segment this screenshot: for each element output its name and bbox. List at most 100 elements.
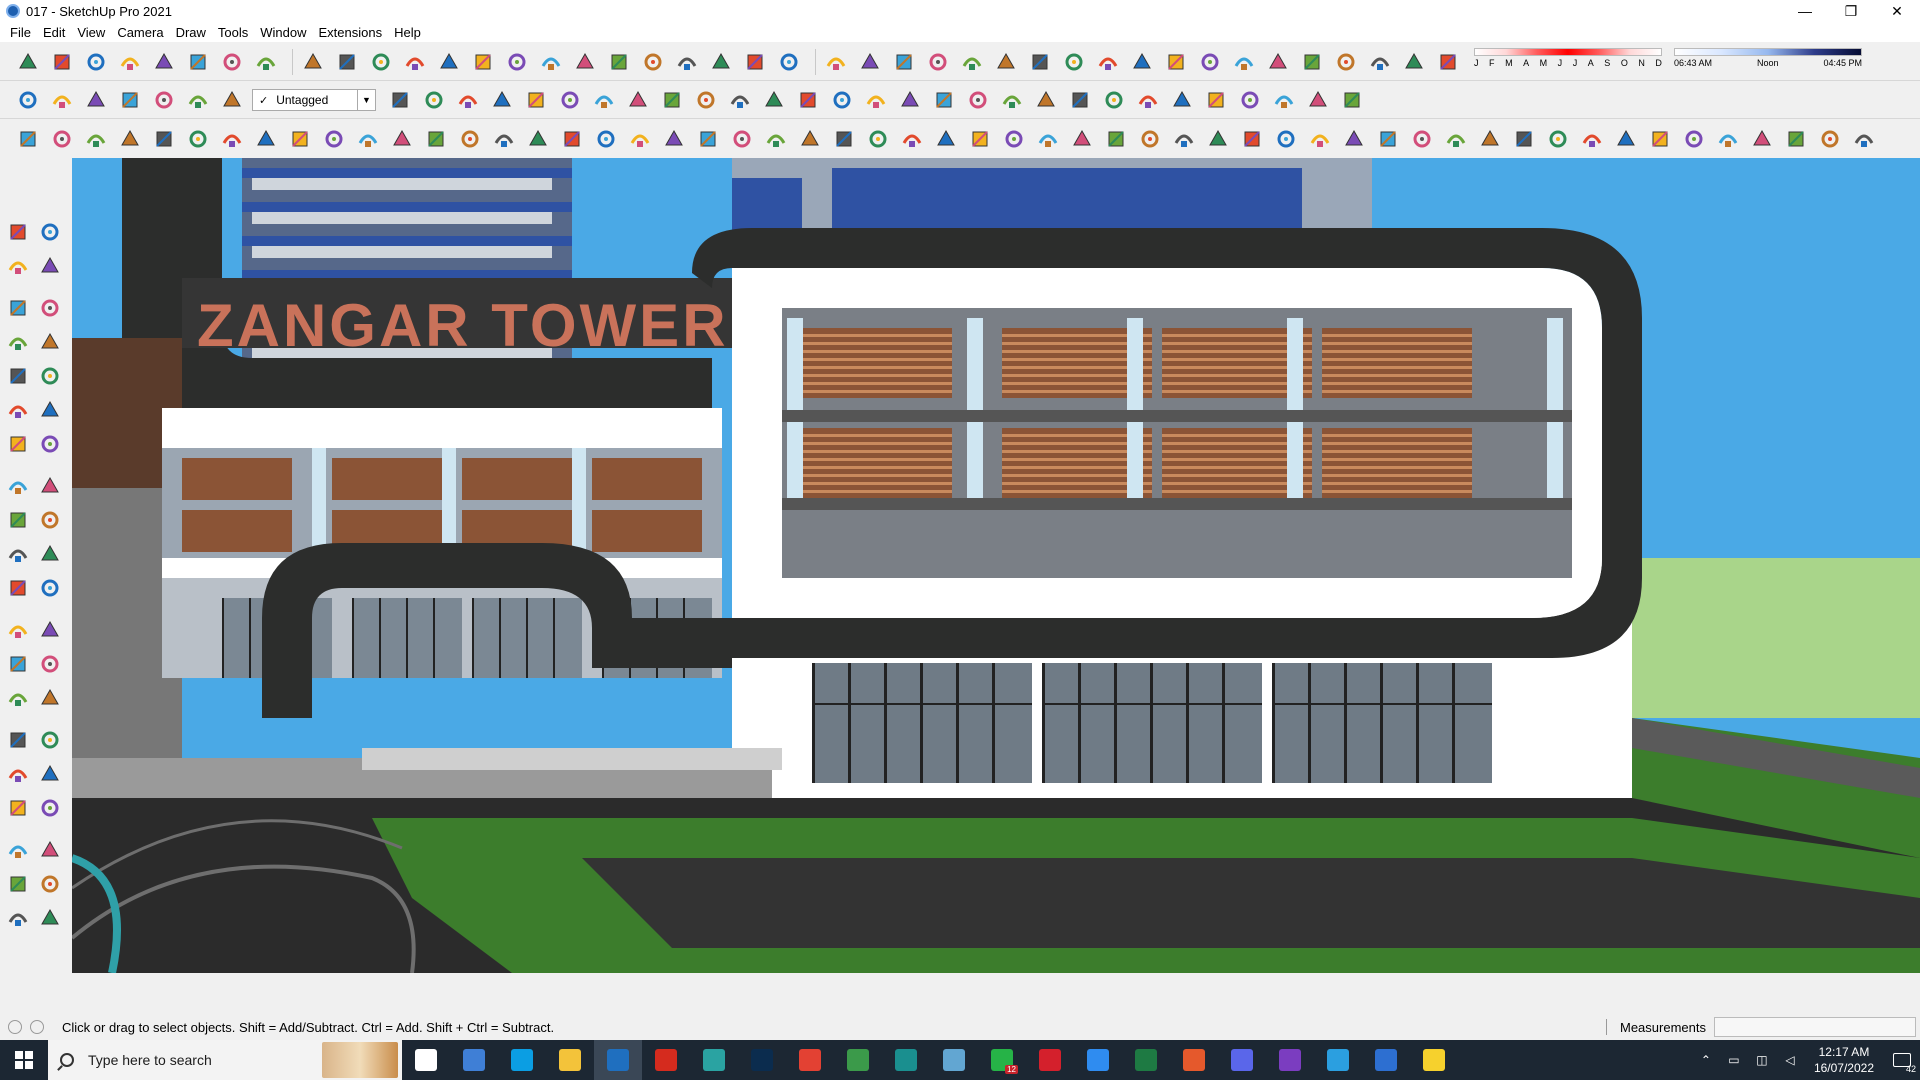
grid-icon[interactable]: [1196, 48, 1224, 76]
ring-icon[interactable]: [1476, 125, 1504, 153]
lasso-3-icon[interactable]: [1748, 125, 1776, 153]
stripe-4-icon[interactable]: [1068, 125, 1096, 153]
add-icon[interactable]: [571, 48, 599, 76]
zoom-extents-icon[interactable]: [4, 760, 32, 788]
arrow-up-icon[interactable]: [420, 86, 448, 114]
taskbar-app-telegram[interactable]: [1314, 1040, 1362, 1080]
loop-icon[interactable]: [1366, 48, 1394, 76]
tag-2-icon[interactable]: [1408, 125, 1436, 153]
texture-icon[interactable]: [1134, 86, 1162, 114]
eraser-2-icon[interactable]: [1850, 125, 1878, 153]
geo-location-icon[interactable]: [8, 1020, 22, 1034]
tray-network-icon[interactable]: ◫: [1752, 1052, 1772, 1068]
move-icon[interactable]: [4, 472, 32, 500]
notification-center-button[interactable]: 42: [1884, 1040, 1920, 1080]
leaf-icon[interactable]: [660, 125, 688, 153]
taskbar-app-chrome[interactable]: [786, 1040, 834, 1080]
sphere-2-icon[interactable]: [286, 125, 314, 153]
solid-union-icon[interactable]: [150, 48, 178, 76]
taskbar-app-app-cube[interactable]: [1362, 1040, 1410, 1080]
grid-3-icon[interactable]: [1298, 48, 1326, 76]
menu-camera[interactable]: Camera: [111, 25, 169, 40]
section-cut-3-icon[interactable]: [760, 86, 788, 114]
chair-2-icon[interactable]: [1000, 125, 1028, 153]
arrow-t-icon[interactable]: [624, 86, 652, 114]
bucket-icon[interactable]: [435, 48, 463, 76]
stripe-5-icon[interactable]: [1306, 125, 1334, 153]
taskbar-app-sketchup[interactable]: [594, 1040, 642, 1080]
arc-2-icon[interactable]: [82, 125, 110, 153]
solid-subtract-icon[interactable]: [184, 48, 212, 76]
arrow-g-icon[interactable]: [488, 86, 516, 114]
pie-icon[interactable]: [36, 430, 64, 458]
taskbar-app-opera[interactable]: [1026, 1040, 1074, 1080]
taskbar-app-app-teal[interactable]: [882, 1040, 930, 1080]
dimension-icon[interactable]: [36, 574, 64, 602]
solid-split-icon[interactable]: [252, 48, 280, 76]
grid-2-icon[interactable]: [1264, 48, 1292, 76]
taskbar-app-app-purple[interactable]: [1266, 1040, 1314, 1080]
ring-4-icon[interactable]: [1578, 125, 1606, 153]
arc-3pt-icon[interactable]: [4, 430, 32, 458]
previous-view-icon[interactable]: [36, 760, 64, 788]
push-pull-icon[interactable]: [36, 472, 64, 500]
3d-text-icon[interactable]: [36, 650, 64, 678]
start-button[interactable]: [0, 1040, 48, 1080]
grid-7-icon[interactable]: [1204, 125, 1232, 153]
menu-help[interactable]: Help: [388, 25, 427, 40]
curve-2-icon[interactable]: [456, 125, 484, 153]
bend-icon[interactable]: [218, 125, 246, 153]
loop-3-icon[interactable]: [1714, 125, 1742, 153]
rotated-rectangle-icon[interactable]: [36, 328, 64, 356]
arrow-r-icon[interactable]: [454, 86, 482, 114]
shadow-date-slider[interactable]: JFMAMJJASOND: [1474, 48, 1674, 76]
house-2-icon[interactable]: [150, 86, 178, 114]
axis-icon[interactable]: [1816, 125, 1844, 153]
lasso-icon[interactable]: [775, 48, 803, 76]
line-icon[interactable]: [14, 125, 42, 153]
bridge-icon[interactable]: [898, 125, 926, 153]
split-icon[interactable]: [796, 125, 824, 153]
close-button[interactable]: ✕: [1874, 0, 1920, 22]
wheel-2-icon[interactable]: [1272, 125, 1300, 153]
taskbar-app-file-explorer[interactable]: [546, 1040, 594, 1080]
offset-icon[interactable]: [36, 540, 64, 568]
slope-icon[interactable]: [1646, 125, 1674, 153]
grid-4-icon[interactable]: [1102, 125, 1130, 153]
tape-measure-icon[interactable]: [4, 574, 32, 602]
minimize-button[interactable]: —: [1782, 0, 1828, 22]
text-icon[interactable]: [36, 616, 64, 644]
house-3-icon[interactable]: [184, 86, 212, 114]
solid-outer-shell-icon[interactable]: [82, 48, 110, 76]
paint-bucket-icon[interactable]: [4, 252, 32, 280]
front-view-icon[interactable]: [82, 86, 110, 114]
line-2-icon[interactable]: [422, 125, 450, 153]
pencil-icon[interactable]: [1442, 125, 1470, 153]
wheel-icon[interactable]: [1238, 125, 1266, 153]
component-icon[interactable]: [36, 218, 64, 246]
bucket-2-icon[interactable]: [1270, 86, 1298, 114]
protractor-icon[interactable]: [4, 616, 32, 644]
follow-me-icon[interactable]: [36, 506, 64, 534]
grid-6-icon[interactable]: [1170, 125, 1198, 153]
paint-2-icon[interactable]: [524, 125, 552, 153]
display-2-icon[interactable]: [828, 86, 856, 114]
arrow-o-icon[interactable]: [556, 86, 584, 114]
ring-3-icon[interactable]: [1544, 125, 1572, 153]
corner-2-icon[interactable]: [388, 125, 416, 153]
menu-tools[interactable]: Tools: [212, 25, 254, 40]
loft-icon[interactable]: [728, 125, 756, 153]
box-icon[interactable]: [401, 48, 429, 76]
plane-icon[interactable]: [694, 125, 722, 153]
taskbar-app-calculator[interactable]: [450, 1040, 498, 1080]
window-icon[interactable]: [1230, 48, 1258, 76]
box-2-icon[interactable]: [1094, 48, 1122, 76]
tray-volume-icon[interactable]: ◁: [1780, 1052, 1800, 1068]
measure-2-icon[interactable]: [490, 125, 518, 153]
display-icon[interactable]: [794, 86, 822, 114]
freehand-icon[interactable]: [36, 294, 64, 322]
pyramid-icon[interactable]: [707, 48, 735, 76]
rotate-3d-icon[interactable]: [150, 125, 178, 153]
network-icon[interactable]: [1400, 48, 1428, 76]
taskbar-app-acrobat[interactable]: [642, 1040, 690, 1080]
